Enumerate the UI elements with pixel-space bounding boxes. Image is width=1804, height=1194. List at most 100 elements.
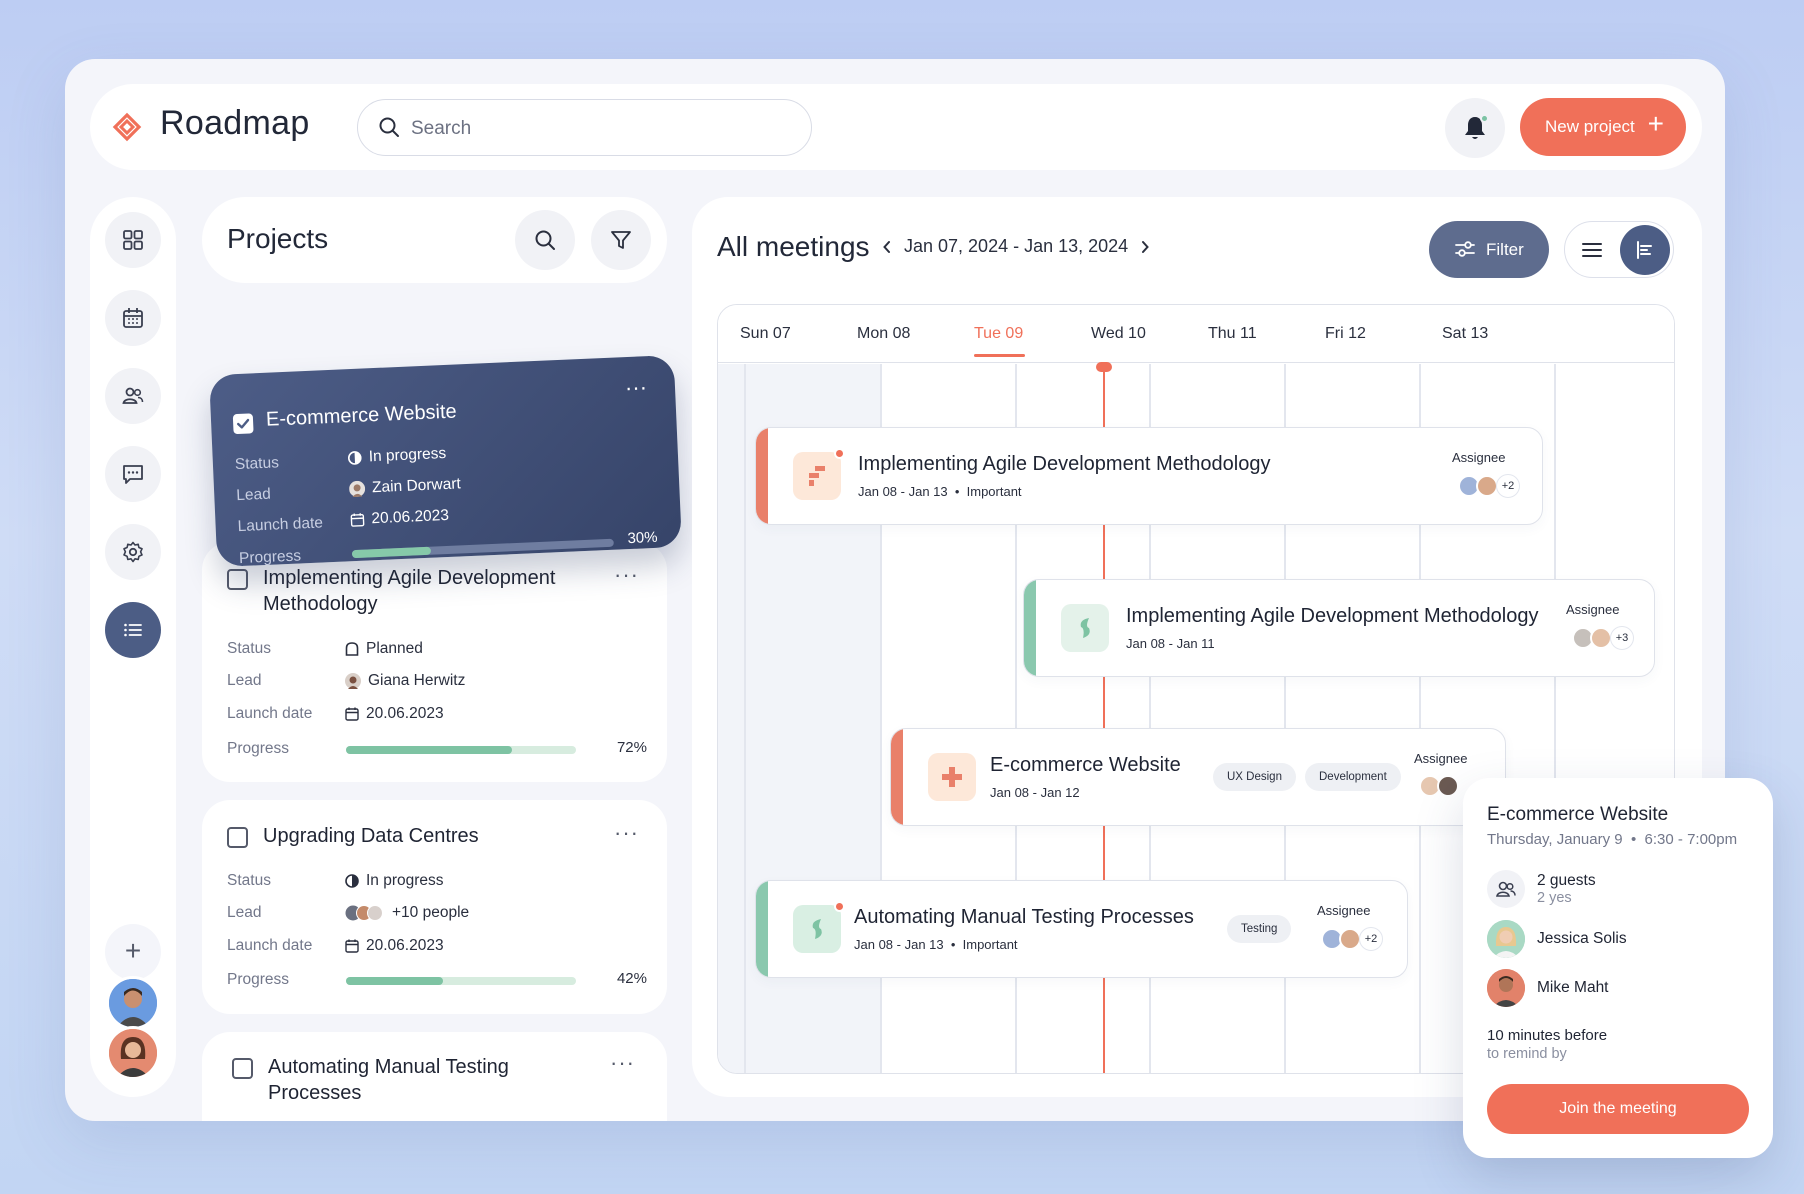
project-checkbox[interactable]: [232, 1058, 253, 1079]
unread-dot: [834, 448, 845, 459]
project-checkbox-checked[interactable]: [232, 413, 254, 435]
event-color-stripe: [1024, 580, 1036, 676]
timeline-event[interactable]: Implementing Agile Development Methodolo…: [755, 427, 1543, 525]
popup-datetime: Thursday, January 9 • 6:30 - 7:00pm: [1487, 831, 1738, 848]
day-label[interactable]: Fri 12: [1325, 325, 1366, 343]
current-time-marker: [1096, 362, 1112, 372]
day-label-today[interactable]: Tue 09: [974, 325, 1026, 357]
pixel-logo-icon: [809, 466, 825, 486]
guests-count: 2 guests: [1537, 872, 1596, 889]
chevron-right-icon[interactable]: [1140, 240, 1150, 254]
assignee-avatars[interactable]: +2: [1321, 927, 1383, 951]
sidebar-calendar-button[interactable]: [105, 290, 161, 346]
users-icon: [1496, 881, 1516, 897]
event-subtitle: Jan 08 - Jan 13 • Important: [854, 937, 1018, 952]
notifications-button[interactable]: [1445, 98, 1505, 158]
cross-logo-icon: [942, 767, 962, 787]
attendee-name: Jessica Solis: [1537, 930, 1627, 947]
featured-project-card[interactable]: E-commerce Website ··· Status In progres…: [209, 354, 682, 567]
timeline-event[interactable]: Implementing Agile Development Methodolo…: [1023, 579, 1655, 677]
progress-percent: 42%: [616, 970, 647, 987]
projects-search-button[interactable]: [515, 210, 575, 270]
assignee-avatars[interactable]: +2: [1458, 474, 1520, 498]
event-color-stripe: [891, 729, 903, 825]
status-text: In progress: [368, 444, 447, 466]
list-view-icon[interactable]: [1581, 240, 1603, 260]
event-icon: [793, 901, 845, 953]
sidebar-dashboard-button[interactable]: [105, 212, 161, 268]
date-range-text: Jan 07, 2024 - Jan 13, 2024: [904, 236, 1129, 256]
attendee-avatar: [1487, 969, 1525, 1007]
event-tag[interactable]: UX Design: [1213, 763, 1296, 791]
more-options-icon[interactable]: ···: [610, 1050, 635, 1076]
day-label[interactable]: Thu 11: [1208, 325, 1257, 343]
event-tag[interactable]: Development: [1305, 763, 1401, 791]
progress-percent: 30%: [627, 528, 658, 548]
avatar[interactable]: [106, 976, 160, 1030]
sidebar-users-button[interactable]: [105, 368, 161, 424]
timeline-view-button[interactable]: [1620, 225, 1670, 275]
guests-sub: 2 yes: [1537, 890, 1572, 906]
avatar[interactable]: [106, 1026, 160, 1080]
project-card[interactable]: Upgrading Data Centres ··· Status In pro…: [202, 800, 667, 1014]
event-color-stripe: [756, 428, 768, 524]
sidebar-settings-button[interactable]: [105, 524, 161, 580]
project-card[interactable]: Automating Manual Testing Processes ···: [202, 1032, 667, 1121]
assignee-label: Assignee: [1317, 903, 1371, 918]
launch-text: 20.06.2023: [366, 705, 444, 722]
sidebar-list-button[interactable]: [105, 602, 161, 658]
plus-icon: +: [124, 935, 142, 966]
project-card-title: E-commerce Website: [265, 400, 458, 431]
sidebar-add-button[interactable]: +: [105, 924, 161, 980]
sidebar-chat-button[interactable]: [105, 446, 161, 502]
event-tag[interactable]: Testing: [1227, 915, 1292, 943]
more-options-icon[interactable]: ···: [614, 820, 639, 846]
event-dates: Jan 08 - Jan 11: [1126, 636, 1215, 651]
projects-filter-button[interactable]: [591, 210, 651, 270]
launch-value: 20.06.2023: [350, 507, 449, 529]
progress-label: Progress: [227, 740, 290, 757]
view-toggle: [1564, 221, 1674, 278]
calendar-icon: [350, 513, 365, 527]
list-icon: [124, 623, 142, 637]
day-label[interactable]: Wed 10: [1091, 325, 1146, 343]
popup-time: 6:30 - 7:00pm: [1644, 831, 1738, 848]
more-options-icon[interactable]: ···: [624, 374, 647, 401]
search-icon: [535, 230, 555, 250]
assignee-avatars[interactable]: [1419, 775, 1459, 797]
progress-bar: [346, 746, 576, 754]
team-avatars-icon: [345, 905, 383, 921]
project-card[interactable]: Implementing Agile Development Methodolo…: [202, 542, 667, 782]
attendee-row[interactable]: Mike Maht: [1487, 969, 1609, 1007]
timeline-view-icon: [1637, 241, 1652, 259]
timeline-event[interactable]: Automating Manual Testing Processes Jan …: [755, 880, 1408, 978]
filter-icon: [611, 231, 631, 249]
join-meeting-button[interactable]: Join the meeting: [1487, 1084, 1749, 1134]
launch-text: 20.06.2023: [366, 937, 444, 954]
event-color-stripe: [756, 881, 768, 977]
assignee-extra-count: +2: [1496, 474, 1520, 498]
project-checkbox[interactable]: [227, 569, 248, 590]
timeline-event[interactable]: E-commerce Website Jan 08 - Jan 12 UX De…: [890, 728, 1506, 826]
project-checkbox[interactable]: [227, 827, 248, 848]
progress-fill: [346, 746, 512, 754]
day-label[interactable]: Mon 08: [857, 325, 910, 343]
launch-label: Launch date: [237, 514, 324, 536]
meetings-title: All meetings: [717, 231, 870, 262]
more-options-icon[interactable]: ···: [614, 562, 639, 588]
attendee-row[interactable]: Jessica Solis: [1487, 920, 1627, 958]
settings-icon: [123, 541, 143, 563]
lead-avatar-icon: [349, 480, 366, 498]
chevron-left-icon[interactable]: [882, 240, 892, 254]
day-label[interactable]: Sat 13: [1442, 325, 1488, 343]
grid-line: [744, 364, 746, 1073]
new-project-button[interactable]: New project +: [1520, 98, 1686, 156]
search-input[interactable]: Search: [357, 99, 812, 156]
day-label[interactable]: Sun 07: [740, 325, 791, 343]
filter-button[interactable]: Filter: [1429, 221, 1549, 278]
assignee-extra-count: +2: [1359, 927, 1383, 951]
calendar-icon: [345, 939, 359, 953]
reminder-sub: to remind by: [1487, 1046, 1567, 1062]
event-dates: Jan 08 - Jan 13: [854, 937, 944, 952]
assignee-avatars[interactable]: +3: [1572, 626, 1634, 650]
